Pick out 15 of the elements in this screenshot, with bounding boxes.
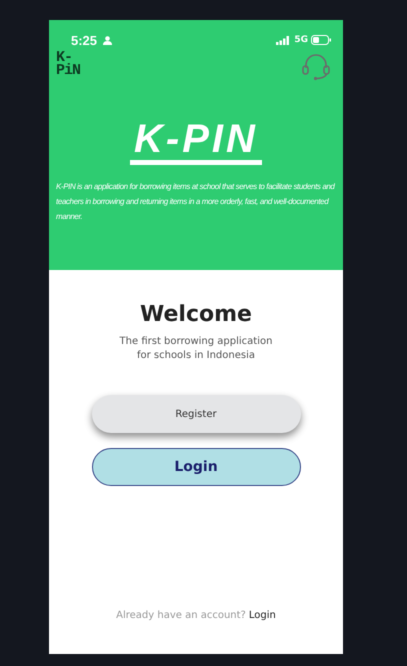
account-prompt: Already have an account? xyxy=(116,610,246,621)
login-button[interactable]: Login xyxy=(92,448,300,486)
headset-icon[interactable] xyxy=(301,53,331,81)
app-title: K-PIN xyxy=(130,121,262,165)
network-label: 5G xyxy=(294,35,308,45)
welcome-title: Welcome xyxy=(140,302,252,327)
welcome-subtitle: The first borrowing application for schools in Indonesia xyxy=(120,335,272,363)
status-time: 5:25 xyxy=(71,32,98,48)
register-button[interactable]: Register xyxy=(92,395,300,433)
person-icon xyxy=(103,36,112,44)
login-link[interactable]: Login xyxy=(248,610,276,621)
app-description: K-PIN is an application for borrowing items at school that serves to facilitate students and teachers in borrowing and returning items in a more orderly, fast, and well-documented manner. xyxy=(56,181,336,223)
signal-icon xyxy=(276,36,290,44)
battery-icon xyxy=(311,35,331,45)
logo: K- PiN xyxy=(56,51,80,77)
